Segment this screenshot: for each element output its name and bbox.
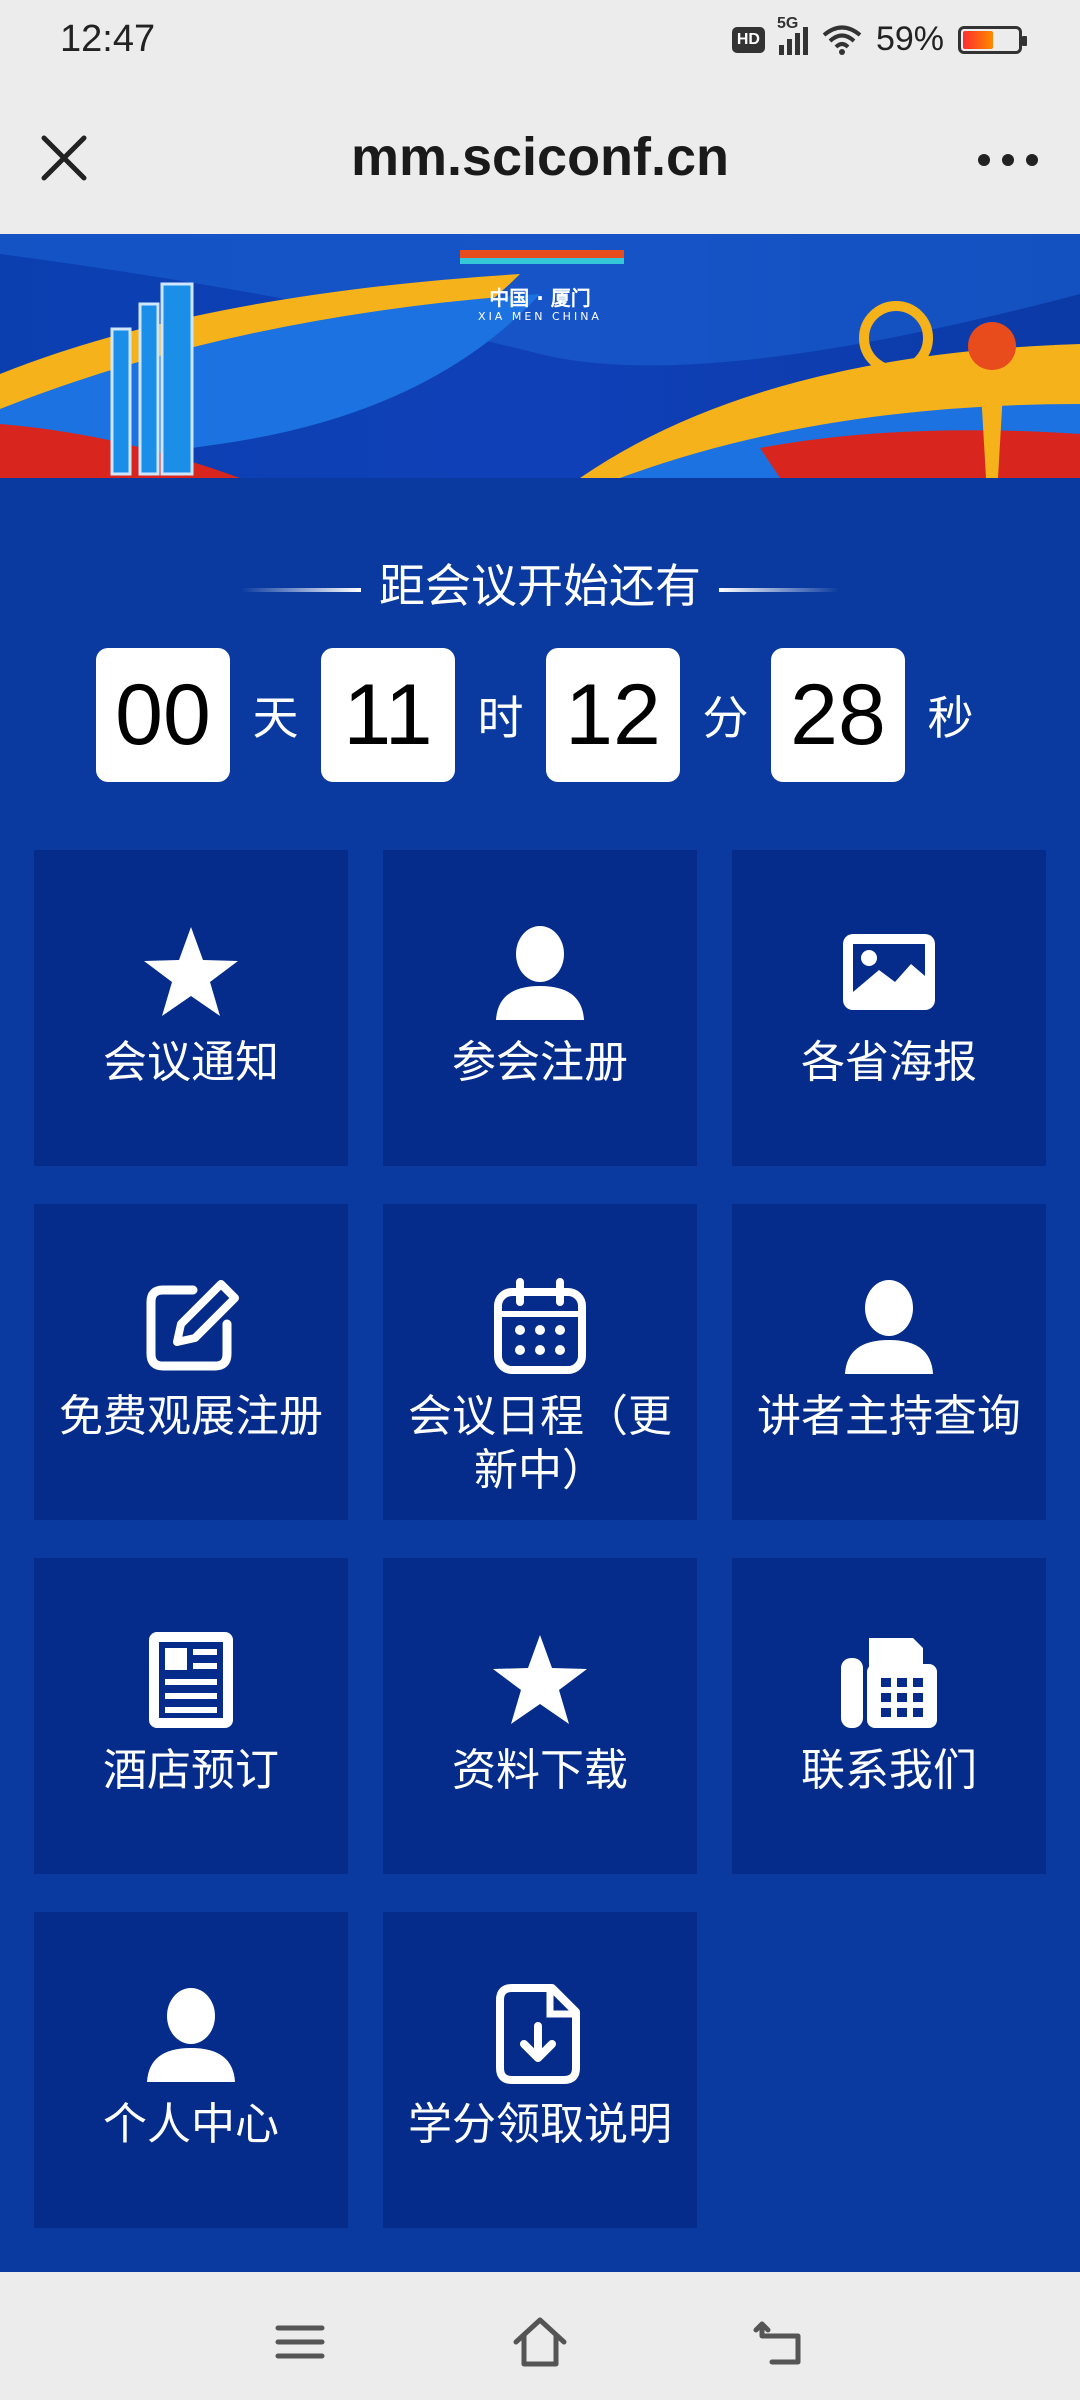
menu-tile-hotel[interactable]: 酒店预订 [34,1558,348,1874]
home-icon[interactable] [512,2314,568,2370]
menu-tile-downloads[interactable]: 资料下载 [383,1558,697,1874]
countdown-title: 距会议开始还有 [379,559,701,613]
file-download-icon [496,1984,580,2084]
network-type: 5G [776,14,799,32]
menu-label: 讲者主持查询 [757,1391,1021,1442]
battery-fill [963,30,994,49]
menu-tile-exhibition[interactable]: 免费观展注册 [34,1204,348,1520]
edit-icon [146,1280,239,1371]
menu-label: 个人中心 [103,2099,279,2150]
more-icon[interactable] [974,140,1042,180]
countdown-timer: 00 天 11 时 12 分 28 秒 [96,648,996,782]
countdown-hours-unit: 时 [477,691,524,745]
countdown-minutes: 12 [546,648,680,782]
calendar-icon [494,1278,586,1374]
banner-caption-en: XIA MEN CHINA [478,310,602,323]
countdown-heading: 距会议开始还有 [0,550,1080,616]
menu-tile-profile[interactable]: 个人中心 [34,1912,348,2228]
menu-label: 参会注册 [452,1037,628,1088]
banner-art [0,234,1080,478]
menu-label: 会议通知 [103,1037,279,1088]
menu-label: 免费观展注册 [59,1391,323,1442]
star-icon [493,1635,587,1724]
menu-tile-registration[interactable]: 参会注册 [383,850,697,1166]
countdown-days: 00 [96,648,230,782]
signal-icon: 5G [777,15,808,55]
user-icon [496,926,584,1020]
fax-icon [841,1638,937,1728]
countdown-days-unit: 天 [252,691,299,745]
user-icon [147,1988,235,2082]
menu-label: 各省海报 [801,1037,977,1088]
countdown-minutes-unit: 分 [702,691,749,745]
status-icons: HD 5G 59% [731,15,1027,59]
menu-label: 学分领取说明 [408,2099,672,2150]
battery-icon [958,25,1027,54]
heading-line-right [719,587,839,592]
menu-tile-schedule[interactable]: 会议日程（更新中） [383,1204,697,1520]
wifi-icon [822,25,862,55]
menu-tile-credits[interactable]: 学分领取说明 [383,1912,697,2228]
conference-banner: 中国 · 厦门 XIA MEN CHINA [0,234,1080,478]
star-icon [144,927,238,1016]
menu-label: 资料下载 [452,1745,628,1796]
banner-caption: 中国 · 厦门 [489,286,591,310]
status-time: 12:47 [60,18,156,60]
browser-navbar: mm.sciconf.cn [0,82,1080,234]
menu-label: 联系我们 [801,1745,977,1796]
countdown-seconds-unit: 秒 [927,691,974,745]
status-bar: 12:47 HD 5G 59% [0,0,1080,82]
back-icon[interactable] [752,2314,808,2370]
countdown-seconds: 28 [771,648,905,782]
menu-label: 会议日程（更新中） [408,1391,672,1496]
heading-line-left [241,587,361,592]
menu-tile-contact[interactable]: 联系我们 [732,1558,1046,1874]
user-icon [845,1280,933,1374]
image-icon [843,934,935,1010]
battery-percent: 59% [875,20,944,58]
menu-tile-speakers[interactable]: 讲者主持查询 [732,1204,1046,1520]
countdown-hours: 11 [321,648,455,782]
newspaper-icon [149,1632,233,1728]
system-nav-bar [0,2272,1080,2400]
page-title: mm.sciconf.cn [350,127,730,187]
hd-badge: HD [731,26,765,53]
menu-tile-posters[interactable]: 各省海报 [732,850,1046,1166]
menu-label: 酒店预订 [103,1745,279,1796]
menu-tile-notice[interactable]: 会议通知 [34,850,348,1166]
menu-icon[interactable] [272,2314,328,2370]
